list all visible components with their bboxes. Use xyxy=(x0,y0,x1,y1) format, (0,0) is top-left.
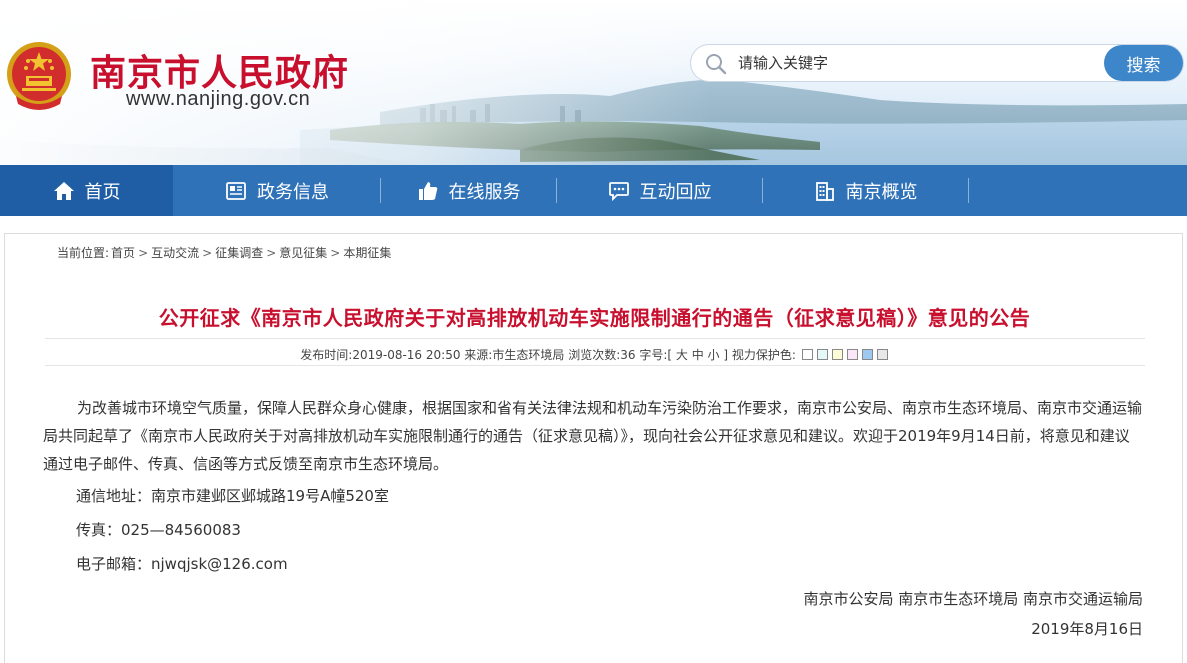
meta-divider xyxy=(45,365,1145,366)
nav-item-label: 政务信息 xyxy=(257,181,329,203)
nav-item-nanjing-overview[interactable]: 南京概览 xyxy=(763,165,968,216)
nav-item-online-service[interactable]: 在线服务 xyxy=(381,165,556,216)
publish-label: 发布时间: xyxy=(300,348,353,362)
main-nav: 首页 政务信息 在线服务 互动回应 南京概览 xyxy=(0,165,1187,216)
article-paragraph: 为改善城市环境空气质量，保障人民群众身心健康，根据国家和省有关法律法规和机动车污… xyxy=(43,399,1143,473)
search-button[interactable]: 搜索 xyxy=(1104,45,1183,81)
article-title: 公开征求《南京市人民政府关于对高排放机动车实施限制通行的通告（征求意见稿）》意见… xyxy=(158,306,1031,330)
breadcrumb-item-home[interactable]: 首页 xyxy=(111,246,135,260)
building-icon xyxy=(815,181,834,201)
signoff-date: 2019年8月16日 xyxy=(1031,620,1143,638)
font-size-selector[interactable]: [ 大 中 小 ] xyxy=(667,348,728,362)
nav-item-label: 首页 xyxy=(84,181,121,203)
eye-color-swatch-pink[interactable] xyxy=(846,349,858,360)
breadcrumb-item-interaction[interactable]: 互动交流 xyxy=(151,246,199,260)
chat-icon xyxy=(608,181,629,201)
signers: 南京市公安局 南京市生态环境局 南京市交通运输局 xyxy=(803,590,1143,608)
nav-item-label: 在线服务 xyxy=(448,181,521,203)
breadcrumb-item-opinion[interactable]: 意见征集 xyxy=(279,246,327,260)
eye-color-swatch-yellow[interactable] xyxy=(831,349,843,360)
nav-item-home[interactable]: 首页 xyxy=(0,165,173,216)
eye-color-swatch-white[interactable] xyxy=(801,349,813,360)
breadcrumb: 当前位置: 首页 > 互动交流 > 征集调查 > 意见征集 > 本期征集 xyxy=(57,244,391,261)
breadcrumb-separator: > xyxy=(330,246,341,260)
newspaper-icon xyxy=(226,181,246,200)
breadcrumb-item-survey[interactable]: 征集调查 xyxy=(215,246,263,260)
views-count: 36 xyxy=(620,348,636,362)
breadcrumb-separator: > xyxy=(202,246,213,260)
breadcrumb-prefix: 当前位置: xyxy=(57,246,110,260)
national-emblem-logo xyxy=(7,42,71,110)
signoff: 南京市公安局 南京市生态环境局 南京市交通运输局 2019年8月16日 xyxy=(803,584,1143,644)
nav-item-interaction[interactable]: 互动回应 xyxy=(557,165,762,216)
article-meta: 发布时间:2019-08-16 20:50 来源:市生态环境局 浏览次数:36 … xyxy=(45,346,1145,363)
views-label: 浏览次数: xyxy=(568,348,621,362)
article-panel: 当前位置: 首页 > 互动交流 > 征集调查 > 意见征集 > 本期征集 公开征求《南京市人民政府… xyxy=(4,233,1183,663)
nav-item-government-info[interactable]: 政务信息 xyxy=(203,165,351,216)
source-value: 市生态环境局 xyxy=(492,348,565,362)
site-url[interactable]: www.nanjing.gov.cn xyxy=(126,88,310,111)
eye-color-swatch-cyan[interactable] xyxy=(816,349,828,360)
address-line: 通信地址：南京市建邺区邺城路19号A幢520室 xyxy=(76,487,389,505)
nav-divider xyxy=(968,178,969,203)
breadcrumb-item-current[interactable]: 本期征集 xyxy=(343,246,391,260)
nav-item-label: 南京概览 xyxy=(845,181,918,203)
eye-color-swatch-gray[interactable] xyxy=(876,349,888,360)
nav-item-label: 互动回应 xyxy=(639,181,712,203)
breadcrumb-separator: > xyxy=(138,246,149,260)
publish-time: 2019-08-16 20:50 xyxy=(352,348,461,362)
home-icon xyxy=(53,181,74,200)
source-label: 来源: xyxy=(464,348,493,362)
font-size-label: 字号: xyxy=(639,348,668,362)
fax-line: 传真：025—84560083 xyxy=(76,521,241,539)
eye-color-swatch-blue[interactable] xyxy=(861,349,873,360)
site-header: 南京市人民政府 www.nanjing.gov.cn 搜索 xyxy=(0,0,1187,165)
thumbs-up-icon xyxy=(418,181,437,200)
eye-protection-label: 视力保护色: xyxy=(731,348,796,362)
search-input[interactable] xyxy=(738,50,1098,76)
title-divider xyxy=(45,338,1145,339)
article-body: 为改善城市环境空气质量，保障人民群众身心健康，根据国家和省有关法律法规和机动车污… xyxy=(43,394,1143,578)
search-icon xyxy=(706,54,727,75)
email-line: 电子邮箱：njwqjsk@126.com xyxy=(76,555,288,573)
breadcrumb-separator: > xyxy=(266,246,277,260)
